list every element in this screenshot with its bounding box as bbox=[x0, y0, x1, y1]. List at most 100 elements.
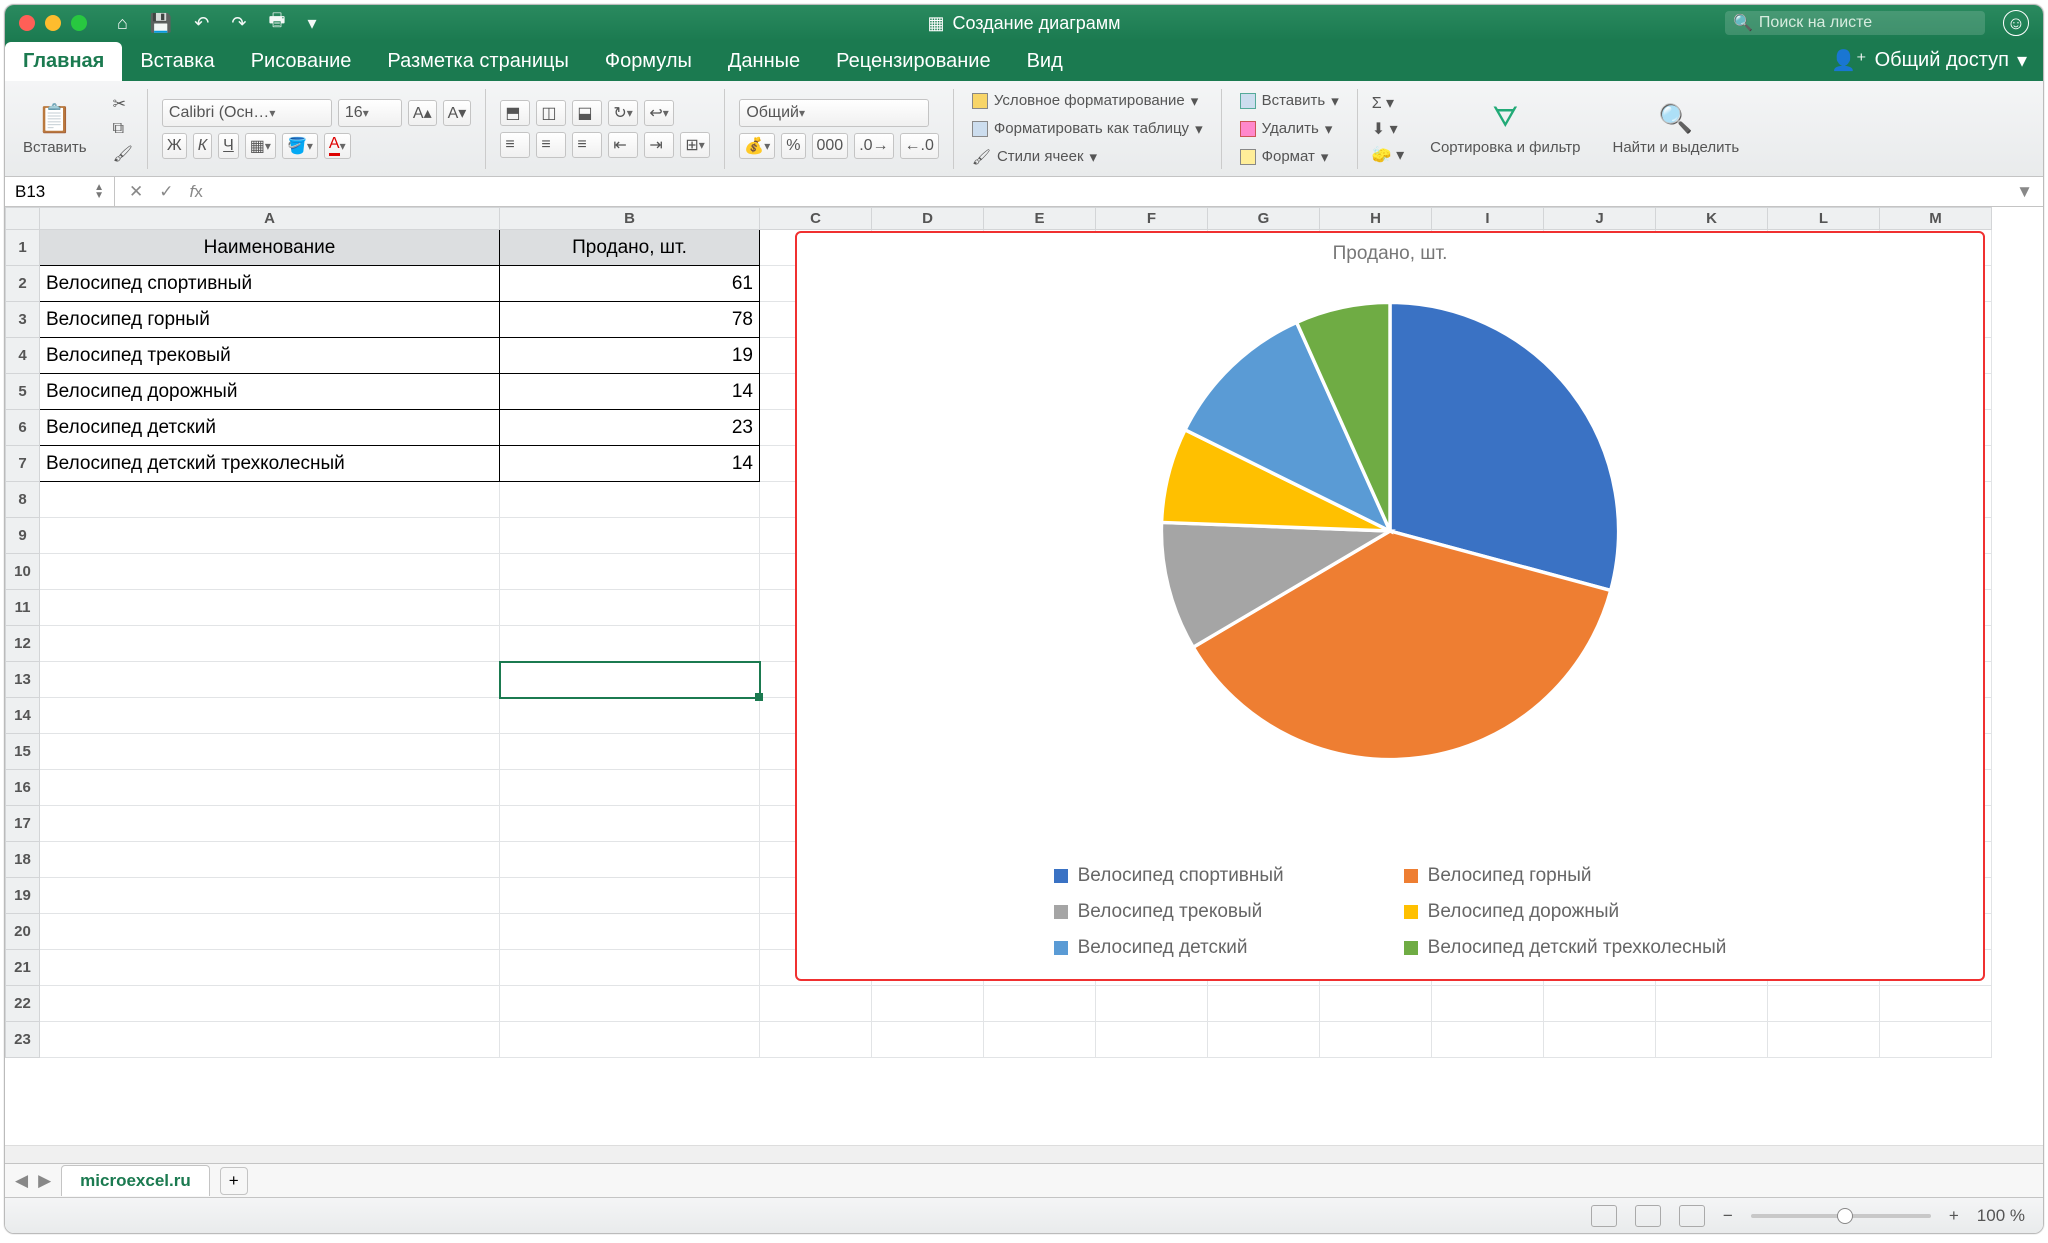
account-icon[interactable]: ☺ bbox=[2003, 10, 2029, 36]
cell[interactable] bbox=[40, 806, 500, 842]
autosum-icon[interactable]: Σ ▾ bbox=[1372, 93, 1404, 113]
row-header[interactable]: 9 bbox=[6, 518, 40, 554]
view-pagelayout-icon[interactable] bbox=[1635, 1205, 1661, 1227]
column-header[interactable]: L bbox=[1768, 208, 1880, 230]
tab-pagelayout[interactable]: Разметка страницы bbox=[369, 42, 586, 81]
number-format-select[interactable]: Общий bbox=[739, 99, 929, 127]
cell[interactable] bbox=[500, 878, 760, 914]
cell[interactable] bbox=[40, 482, 500, 518]
column-header[interactable]: M bbox=[1880, 208, 1992, 230]
cell[interactable] bbox=[500, 518, 760, 554]
qat-more-icon[interactable]: ▾ bbox=[307, 13, 316, 34]
cell[interactable] bbox=[40, 878, 500, 914]
cell[interactable] bbox=[1768, 986, 1880, 1022]
row-header[interactable]: 12 bbox=[6, 626, 40, 662]
row-header[interactable]: 22 bbox=[6, 986, 40, 1022]
expand-formula-bar-icon[interactable]: ▼ bbox=[2006, 182, 2043, 202]
cell[interactable]: 14 bbox=[500, 374, 760, 410]
close-icon[interactable] bbox=[19, 15, 35, 31]
cell[interactable] bbox=[500, 698, 760, 734]
row-header[interactable]: 18 bbox=[6, 842, 40, 878]
row-header[interactable]: 19 bbox=[6, 878, 40, 914]
worksheet-grid[interactable]: ABCDEFGHIJKLM1НаименованиеПродано, шт.2В… bbox=[5, 207, 2043, 1145]
row-header[interactable]: 17 bbox=[6, 806, 40, 842]
cell[interactable] bbox=[500, 986, 760, 1022]
column-header[interactable]: B bbox=[500, 208, 760, 230]
cell[interactable] bbox=[40, 770, 500, 806]
format-cells-button[interactable]: Формат ▾ bbox=[1236, 146, 1343, 168]
row-header[interactable]: 3 bbox=[6, 302, 40, 338]
cell[interactable] bbox=[500, 806, 760, 842]
row-header[interactable]: 11 bbox=[6, 590, 40, 626]
align-bottom-button[interactable]: ⬓ bbox=[572, 100, 602, 126]
cell[interactable] bbox=[40, 734, 500, 770]
conditional-formatting-button[interactable]: Условное форматирование ▾ bbox=[968, 90, 1207, 112]
column-header[interactable]: F bbox=[1096, 208, 1208, 230]
fill-color-button[interactable]: 🪣 bbox=[282, 133, 318, 159]
cell[interactable] bbox=[40, 662, 500, 698]
sheet-prev-icon[interactable]: ◀ bbox=[15, 1171, 28, 1191]
cell[interactable] bbox=[500, 950, 760, 986]
shrink-font-button[interactable]: A▾ bbox=[443, 100, 472, 126]
grow-font-button[interactable]: A▴ bbox=[408, 100, 437, 126]
column-header[interactable]: K bbox=[1656, 208, 1768, 230]
row-header[interactable]: 8 bbox=[6, 482, 40, 518]
cell[interactable] bbox=[40, 950, 500, 986]
tab-home[interactable]: Главная bbox=[5, 42, 122, 81]
cell[interactable] bbox=[1544, 1022, 1656, 1058]
tab-draw[interactable]: Рисование bbox=[233, 42, 370, 81]
currency-button[interactable]: 💰 bbox=[739, 133, 775, 159]
cell[interactable] bbox=[40, 554, 500, 590]
cell[interactable] bbox=[984, 986, 1096, 1022]
italic-button[interactable]: К bbox=[193, 133, 212, 159]
tab-view[interactable]: Вид bbox=[1009, 42, 1081, 81]
underline-button[interactable]: Ч bbox=[218, 133, 239, 159]
tab-data[interactable]: Данные bbox=[710, 42, 818, 81]
row-header[interactable]: 23 bbox=[6, 1022, 40, 1058]
cell[interactable]: Велосипед дорожный bbox=[40, 374, 500, 410]
cell[interactable] bbox=[500, 914, 760, 950]
cell[interactable] bbox=[500, 662, 760, 698]
redo-icon[interactable]: ↷ bbox=[231, 13, 246, 34]
undo-icon[interactable]: ↶ bbox=[194, 13, 209, 34]
cell[interactable] bbox=[40, 590, 500, 626]
share-button[interactable]: 👤⁺ Общий доступ ▾ bbox=[1815, 40, 2043, 81]
cell[interactable] bbox=[1320, 986, 1432, 1022]
cell[interactable] bbox=[1768, 1022, 1880, 1058]
cell[interactable] bbox=[500, 1022, 760, 1058]
column-header[interactable]: I bbox=[1432, 208, 1544, 230]
row-header[interactable]: 15 bbox=[6, 734, 40, 770]
cell[interactable]: 78 bbox=[500, 302, 760, 338]
row-header[interactable]: 6 bbox=[6, 410, 40, 446]
search-input[interactable]: 🔍 Поиск на листе bbox=[1725, 11, 1985, 35]
cell-styles-button[interactable]: 🖌Стили ячеек ▾ bbox=[968, 146, 1207, 168]
row-header[interactable]: 7 bbox=[6, 446, 40, 482]
column-header[interactable]: J bbox=[1544, 208, 1656, 230]
fill-icon[interactable]: ⬇ ▾ bbox=[1372, 119, 1404, 139]
cell[interactable] bbox=[1096, 986, 1208, 1022]
column-header[interactable]: D bbox=[872, 208, 984, 230]
cell[interactable] bbox=[1544, 986, 1656, 1022]
cell[interactable] bbox=[40, 518, 500, 554]
select-all-corner[interactable] bbox=[6, 208, 40, 230]
font-size-select[interactable]: 16 bbox=[338, 99, 402, 127]
cell[interactable] bbox=[1208, 986, 1320, 1022]
wrap-text-button[interactable]: ↩ bbox=[644, 100, 674, 126]
minimize-icon[interactable] bbox=[45, 15, 61, 31]
save-icon[interactable]: 💾 bbox=[150, 13, 172, 34]
row-header[interactable]: 2 bbox=[6, 266, 40, 302]
cell[interactable] bbox=[1208, 1022, 1320, 1058]
align-right-button[interactable]: ≡ bbox=[572, 132, 602, 158]
cell[interactable] bbox=[872, 986, 984, 1022]
cell[interactable]: 23 bbox=[500, 410, 760, 446]
zoom-in-button[interactable]: + bbox=[1949, 1206, 1959, 1226]
copy-icon[interactable]: ⧉ bbox=[113, 120, 133, 138]
cell[interactable] bbox=[1432, 986, 1544, 1022]
row-header[interactable]: 20 bbox=[6, 914, 40, 950]
merge-button[interactable]: ⊞ bbox=[680, 132, 710, 158]
font-color-button[interactable]: A bbox=[324, 133, 351, 159]
clear-icon[interactable]: 🧽 ▾ bbox=[1372, 145, 1404, 165]
name-box[interactable]: B13 ▲▼ bbox=[5, 177, 115, 206]
cell[interactable] bbox=[1880, 1022, 1992, 1058]
column-header[interactable]: A bbox=[40, 208, 500, 230]
